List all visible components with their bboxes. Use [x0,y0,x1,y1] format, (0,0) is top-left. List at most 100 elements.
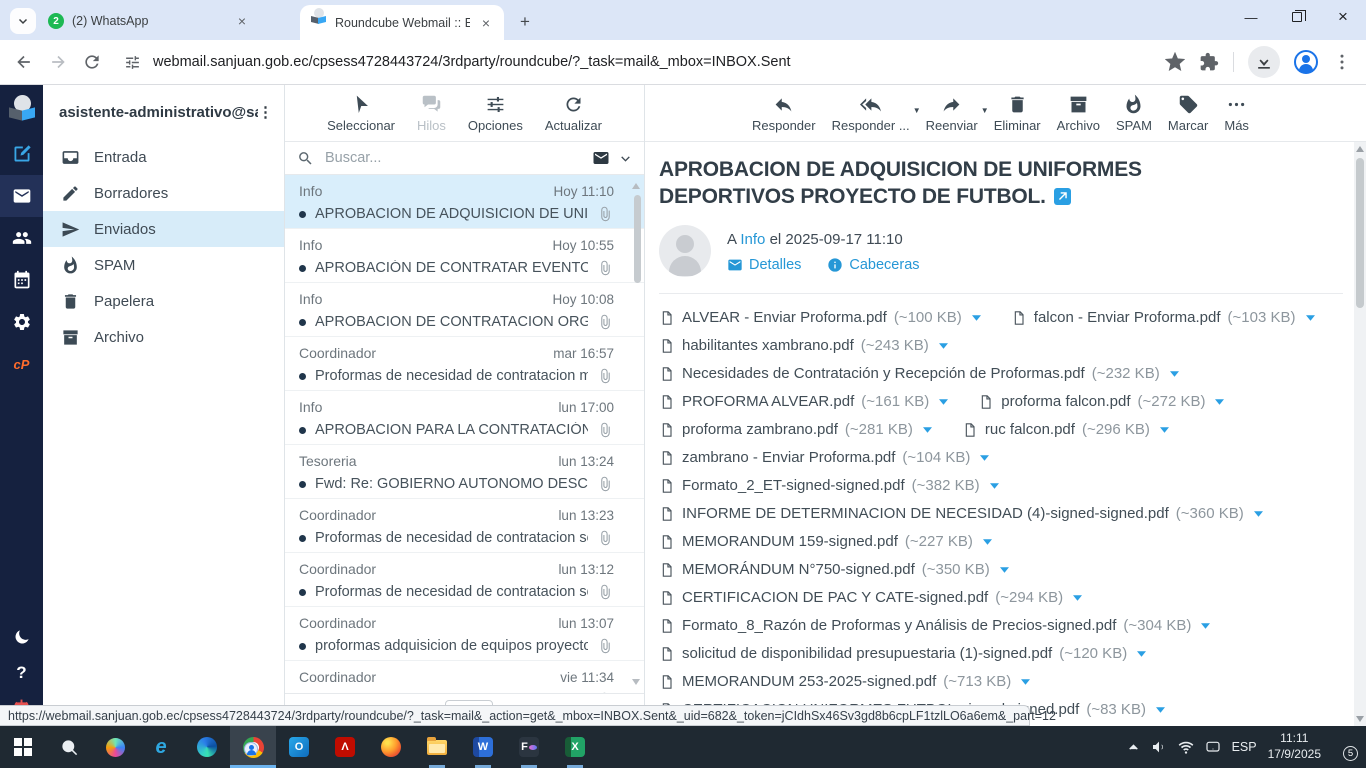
solicitud de disponibilidad presupuestaria (1)-signed.pdf[interactable]: solicitud de disponibilidad presupuestar… [659,640,1146,668]
attachment-menu-caret-icon[interactable] [990,483,999,489]
list-item[interactable]: Info Hoy 10:55 APROBACIÓN DE CONTRATAR E… [285,229,644,283]
site-info-icon[interactable] [124,54,141,71]
scroll-down-icon[interactable] [1356,716,1364,722]
new-tab-button[interactable]: + [520,12,530,32]
open-in-new-window-icon[interactable] [1054,188,1071,205]
folder-archivo[interactable]: Archivo [43,319,284,355]
attachment-menu-caret-icon[interactable] [1306,315,1315,321]
MEMORANDUM 253-2025-signed.pdf[interactable]: MEMORANDUM 253-2025-signed.pdf (~713 KB) [659,668,1030,696]
tab-search-button[interactable] [10,8,36,34]
mail-nav-button[interactable] [0,175,43,217]
cpanel-button[interactable]: cP [0,343,43,385]
fes-app-icon[interactable]: F [506,726,552,768]
tab-roundcube[interactable]: Roundcube Webmail :: Enviados × [300,5,504,40]
attachment-menu-caret-icon[interactable] [1156,707,1165,713]
internet-explorer-icon[interactable]: e [138,726,184,768]
zambrano - Enviar Proforma.pdf[interactable]: zambrano - Enviar Proforma.pdf (~104 KB) [659,444,989,472]
attachment-menu-caret-icon[interactable] [1021,679,1030,685]
list-scroll-down-icon[interactable] [632,679,640,685]
settings-nav-button[interactable] [0,301,43,343]
falcon - Enviar Proforma.pdf[interactable]: falcon - Enviar Proforma.pdf (~103 KB) [1011,304,1315,332]
spam-button[interactable]: SPAM ▼ [1109,94,1159,133]
list-item[interactable]: Info lun 17:00 APROBACION PARA LA CONTRA… [285,391,644,445]
folder-spam[interactable]: SPAM [43,247,284,283]
folder-papelera[interactable]: Papelera [43,283,284,319]
ruc falcon.pdf[interactable]: ruc falcon.pdf (~296 KB) [962,416,1169,444]
list-item[interactable]: Info Hoy 11:10 APROBACION DE ADQUISICION… [285,175,644,229]
tablet-mode-icon[interactable] [1205,739,1221,755]
clock[interactable]: 11:11 17/9/2025 [1268,731,1321,762]
acrobat-icon[interactable]: Λ [322,726,368,768]
recipient-link[interactable]: Info [740,231,765,248]
edge-icon[interactable] [184,726,230,768]
notification-button[interactable]: 5 [1332,736,1356,758]
CERTIFICACION DE PAC Y CATE-signed.pdf[interactable]: CERTIFICACION DE PAC Y CATE-signed.pdf (… [659,584,1082,612]
attachment-menu-caret-icon[interactable] [1137,651,1146,657]
extensions-icon[interactable] [1199,52,1219,72]
attachment-menu-caret-icon[interactable] [1201,623,1210,629]
attachment-menu-caret-icon[interactable] [939,399,948,405]
list-scroll-up-icon[interactable] [632,183,640,189]
Formato_2_ET-signed-signed.pdf[interactable]: Formato_2_ET-signed-signed.pdf (~382 KB) [659,472,999,500]
attachment-menu-caret-icon[interactable] [983,539,992,545]
list-item[interactable]: Coordinador mar 16:57 Proformas de neces… [285,337,644,391]
content-scrollbar[interactable] [1354,142,1366,726]
forward-button[interactable]: Reenviar ▼ [919,94,985,133]
reply-all-button[interactable]: Responder ... ▼ [825,94,917,133]
outlook-icon[interactable]: O [276,726,322,768]
search-scope-mail-icon[interactable] [592,149,610,167]
excel-icon[interactable]: X [552,726,598,768]
attachment-menu-caret-icon[interactable] [923,427,932,433]
profile-avatar[interactable] [1294,50,1318,74]
minimize-button[interactable]: — [1228,0,1274,34]
list-item[interactable]: Coordinador lun 13:23 Proformas de neces… [285,499,644,553]
browser-menu-icon[interactable] [1332,52,1352,72]
options-button[interactable]: Opciones [461,94,530,133]
reply-button[interactable]: Responder ▼ [745,94,823,133]
delete-button[interactable]: Eliminar ▼ [987,94,1048,133]
threads-button[interactable]: Hilos [410,94,453,133]
attachment-menu-caret-icon[interactable] [1254,511,1263,517]
tray-expand-icon[interactable] [1127,741,1140,754]
taskbar-search-button[interactable] [46,726,92,768]
wifi-icon[interactable] [1178,739,1194,755]
MEMORANDUM 159-signed.pdf[interactable]: MEMORANDUM 159-signed.pdf (~227 KB) [659,528,992,556]
Formato_8_Razón de Proformas y Análisis de Precios-signed.pdf[interactable]: Formato_8_Razón de Proformas y Análisis … [659,612,1210,640]
attachment-menu-caret-icon[interactable] [980,455,989,461]
ALVEAR - Enviar Proforma.pdf[interactable]: ALVEAR - Enviar Proforma.pdf (~100 KB) [659,304,981,332]
chrome-icon[interactable] [230,726,276,768]
PROFORMA ALVEAR.pdf[interactable]: PROFORMA ALVEAR.pdf (~161 KB) [659,388,948,416]
content-scrollbar-thumb[interactable] [1356,158,1364,308]
list-item[interactable]: Info Hoy 10:08 APROBACION DE CONTRATACIO… [285,283,644,337]
word-icon[interactable]: W [460,726,506,768]
search-options-chevron-icon[interactable] [619,152,632,165]
reload-icon[interactable] [82,52,102,72]
refresh-button[interactable]: Actualizar [538,94,609,133]
bookmark-star-icon[interactable] [1165,52,1185,72]
close-tab-icon[interactable]: × [478,15,494,31]
list-item[interactable]: Tesoreria lun 13:24 Fwd: Re: GOBIERNO AU… [285,445,644,499]
omnibox[interactable]: webmail.sanjuan.gob.ec/cpsess4728443724/… [116,54,1151,71]
close-window-button[interactable]: × [1320,0,1366,34]
firefox-icon[interactable] [368,726,414,768]
volume-icon[interactable] [1151,739,1167,755]
explorer-icon[interactable] [414,726,460,768]
details-toggle[interactable]: Detalles [727,257,801,273]
search-input[interactable] [323,149,583,167]
attachment-menu-caret-icon[interactable] [1170,371,1179,377]
back-icon[interactable] [14,52,34,72]
compose-button[interactable] [0,133,43,175]
calendar-nav-button[interactable] [0,259,43,301]
habilitantes xambrano.pdf[interactable]: habilitantes xambrano.pdf (~243 KB) [659,332,948,360]
attachment-menu-caret-icon[interactable] [972,315,981,321]
select-button[interactable]: Seleccionar [320,94,402,133]
restore-button[interactable] [1274,0,1320,34]
forward-icon[interactable] [48,52,68,72]
proforma falcon.pdf[interactable]: proforma falcon.pdf (~272 KB) [978,388,1224,416]
help-button[interactable]: ? [0,660,43,686]
folder-enviados[interactable]: Enviados [43,211,284,247]
list-item[interactable]: Coordinador lun 13:12 Proformas de neces… [285,553,644,607]
copilot-icon[interactable] [92,726,138,768]
attachment-menu-caret-icon[interactable] [939,343,948,349]
archive-button[interactable]: Archivo ▼ [1050,94,1107,133]
